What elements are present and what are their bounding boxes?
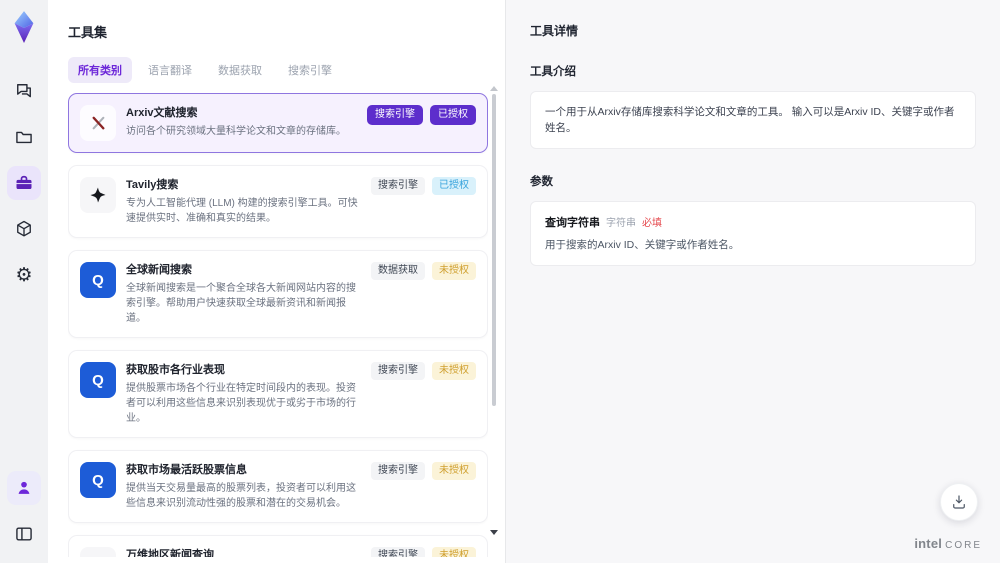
tool-body: 全球新闻搜索 全球新闻搜索是一个聚合全球各大新闻网站内容的搜索引擎。帮助用户快速… — [126, 262, 361, 326]
category-tabs: 所有类别 语言翻译 数据获取 搜索引擎 — [68, 57, 487, 83]
tool-list-panel: 工具集 所有类别 语言翻译 数据获取 搜索引擎 Arxiv文献搜索 访问各个研究领域大… — [48, 0, 505, 563]
tool-body: 万维地区新闻查询 查询具体行政区划内的新闻，快速了解各地新闻动 — [126, 547, 361, 557]
tool-name: 万维地区新闻查询 — [126, 549, 214, 557]
tool-description: 提供当天交易量最高的股票列表，投资者可以利用这些信息来识别流动性强的股票和潜在的… — [126, 483, 356, 509]
tool-auth-tag: 未授权 — [432, 362, 476, 380]
tool-card[interactable]: 万维地区新闻查询 查询具体行政区划内的新闻，快速了解各地新闻动 搜索引擎 未授权 — [68, 535, 488, 557]
tool-card[interactable]: Tavily搜索 专为人工智能代理 (LLM) 构建的搜索引擎工具。可快速提供实… — [68, 165, 488, 238]
app-logo-icon — [9, 10, 39, 44]
tool-description: 提供股票市场各个行业在特定时间段内的表现。投资者可以利用这些信息来识别表现优于或… — [126, 383, 356, 424]
tool-body: Arxiv文献搜索 访问各个研究领域大量科学论文和文章的存储库。 — [126, 105, 357, 141]
page-title: 工具集 — [68, 25, 108, 40]
tool-name: 获取市场最活跃股票信息 — [126, 464, 247, 476]
tool-name: 全球新闻搜索 — [126, 264, 192, 276]
category-tab[interactable]: 语言翻译 — [138, 57, 202, 83]
tool-description: 访问各个研究领域大量科学论文和文章的存储库。 — [126, 126, 346, 137]
tool-list: Arxiv文献搜索 访问各个研究领域大量科学论文和文章的存储库。 搜索引擎 已授… — [68, 93, 488, 557]
tool-tags: 数据获取 未授权 — [371, 262, 476, 326]
nav-panel-toggle-icon[interactable] — [7, 517, 41, 551]
tool-category-tag: 搜索引擎 — [371, 177, 425, 195]
tool-body: 获取股市各行业表现 提供股票市场各个行业在特定时间段内的表现。投资者可以利用这些… — [126, 362, 361, 426]
tool-body: Tavily搜索 专为人工智能代理 (LLM) 构建的搜索引擎工具。可快速提供实… — [126, 177, 361, 226]
building-icon — [80, 547, 116, 557]
tool-auth-tag: 未授权 — [432, 262, 476, 280]
param-required-badge: 必填 — [642, 218, 662, 229]
tool-auth-tag: 已授权 — [430, 105, 476, 125]
tool-card[interactable]: Arxiv文献搜索 访问各个研究领域大量科学论文和文章的存储库。 搜索引擎 已授… — [68, 93, 488, 153]
category-tab[interactable]: 数据获取 — [208, 57, 272, 83]
scrollbar-thumb[interactable] — [492, 94, 496, 406]
tool-tags: 搜索引擎 已授权 — [367, 105, 476, 141]
tool-auth-tag: 已授权 — [432, 177, 476, 195]
tool-category-tag: 搜索引擎 — [367, 105, 423, 125]
detail-title: 工具详情 — [530, 24, 579, 38]
tool-description: 专为人工智能代理 (LLM) 构建的搜索引擎工具。可快速提供实时、准确和真实的结… — [126, 198, 358, 224]
tool-auth-tag: 未授权 — [432, 547, 476, 557]
param-card: 查询字符串 字符串 必填 用于搜索的Arxiv ID、关键字或作者姓名。 — [530, 201, 976, 266]
left-rail: ⚙ — [0, 0, 48, 563]
tool-tags: 搜索引擎 未授权 — [371, 462, 476, 511]
tool-tags: 搜索引擎 已授权 — [371, 177, 476, 226]
param-name: 查询字符串 — [545, 217, 600, 229]
nav-chat-icon[interactable] — [7, 74, 41, 108]
tool-name: Tavily搜索 — [126, 179, 179, 191]
tool-detail-panel: 工具详情 工具介绍 一个用于从Arxiv存储库搜索科学论文和文章的工具。 输入可… — [505, 0, 1000, 563]
scroll-up-icon[interactable] — [490, 86, 498, 91]
list-scrollbar[interactable] — [489, 86, 499, 535]
tool-tags: 搜索引擎 未授权 — [371, 547, 476, 557]
tool-category-tag: 搜索引擎 — [371, 462, 425, 480]
tavily-icon — [80, 177, 116, 213]
news-q-icon: Q — [80, 262, 116, 298]
core-wordmark: CORE — [945, 540, 982, 551]
news-q-icon: Q — [80, 462, 116, 498]
intro-text: 一个用于从Arxiv存储库搜索科学论文和文章的工具。 输入可以是Arxiv ID… — [545, 106, 955, 134]
nav-settings-icon[interactable]: ⚙ — [7, 258, 41, 292]
tool-category-tag: 搜索引擎 — [371, 547, 425, 557]
download-button[interactable] — [940, 483, 978, 521]
tool-card[interactable]: Q 获取市场最活跃股票信息 提供当天交易量最高的股票列表，投资者可以利用这些信息… — [68, 450, 488, 523]
tool-category-tag: 搜索引擎 — [371, 362, 425, 380]
tool-name: Arxiv文献搜索 — [126, 107, 198, 119]
category-tab[interactable]: 搜索引擎 — [278, 57, 342, 83]
scrollbar-track[interactable] — [492, 94, 496, 527]
param-header: 查询字符串 字符串 必填 — [545, 214, 961, 230]
category-tab[interactable]: 所有类别 — [68, 57, 132, 83]
intro-card: 一个用于从Arxiv存储库搜索科学论文和文章的工具。 输入可以是Arxiv ID… — [530, 91, 976, 149]
params-heading: 参数 — [530, 176, 553, 188]
nav-cube-icon[interactable] — [7, 212, 41, 246]
news-q-icon: Q — [80, 362, 116, 398]
intro-heading: 工具介绍 — [530, 66, 576, 78]
scroll-down-icon[interactable] — [490, 530, 498, 535]
intel-wordmark: intel — [914, 536, 943, 551]
tool-card[interactable]: Q 获取股市各行业表现 提供股票市场各个行业在特定时间段内的表现。投资者可以利用… — [68, 350, 488, 438]
tool-auth-tag: 未授权 — [432, 462, 476, 480]
nav-user-icon[interactable] — [7, 471, 41, 505]
tool-body: 获取市场最活跃股票信息 提供当天交易量最高的股票列表，投资者可以利用这些信息来识… — [126, 462, 361, 511]
tool-name: 获取股市各行业表现 — [126, 364, 225, 376]
param-description: 用于搜索的Arxiv ID、关键字或作者姓名。 — [545, 239, 740, 251]
tool-tags: 搜索引擎 未授权 — [371, 362, 476, 426]
tool-category-tag: 数据获取 — [371, 262, 425, 280]
arxiv-icon — [80, 105, 116, 141]
tool-card[interactable]: Q 全球新闻搜索 全球新闻搜索是一个聚合全球各大新闻网站内容的搜索引擎。帮助用户… — [68, 250, 488, 338]
tool-description: 全球新闻搜索是一个聚合全球各大新闻网站内容的搜索引擎。帮助用户快速获取全球最新资… — [126, 283, 356, 324]
intel-core-logo: intel CORE — [914, 536, 982, 551]
app-window: ⚙ 工具集 所有类别 语言翻译 数据获取 搜索引擎 Arxiv文献搜索 访问各个研究领… — [0, 0, 1000, 563]
nav-toolbox-icon[interactable] — [7, 166, 41, 200]
param-type: 字符串 — [606, 218, 636, 229]
nav-folder-icon[interactable] — [7, 120, 41, 154]
